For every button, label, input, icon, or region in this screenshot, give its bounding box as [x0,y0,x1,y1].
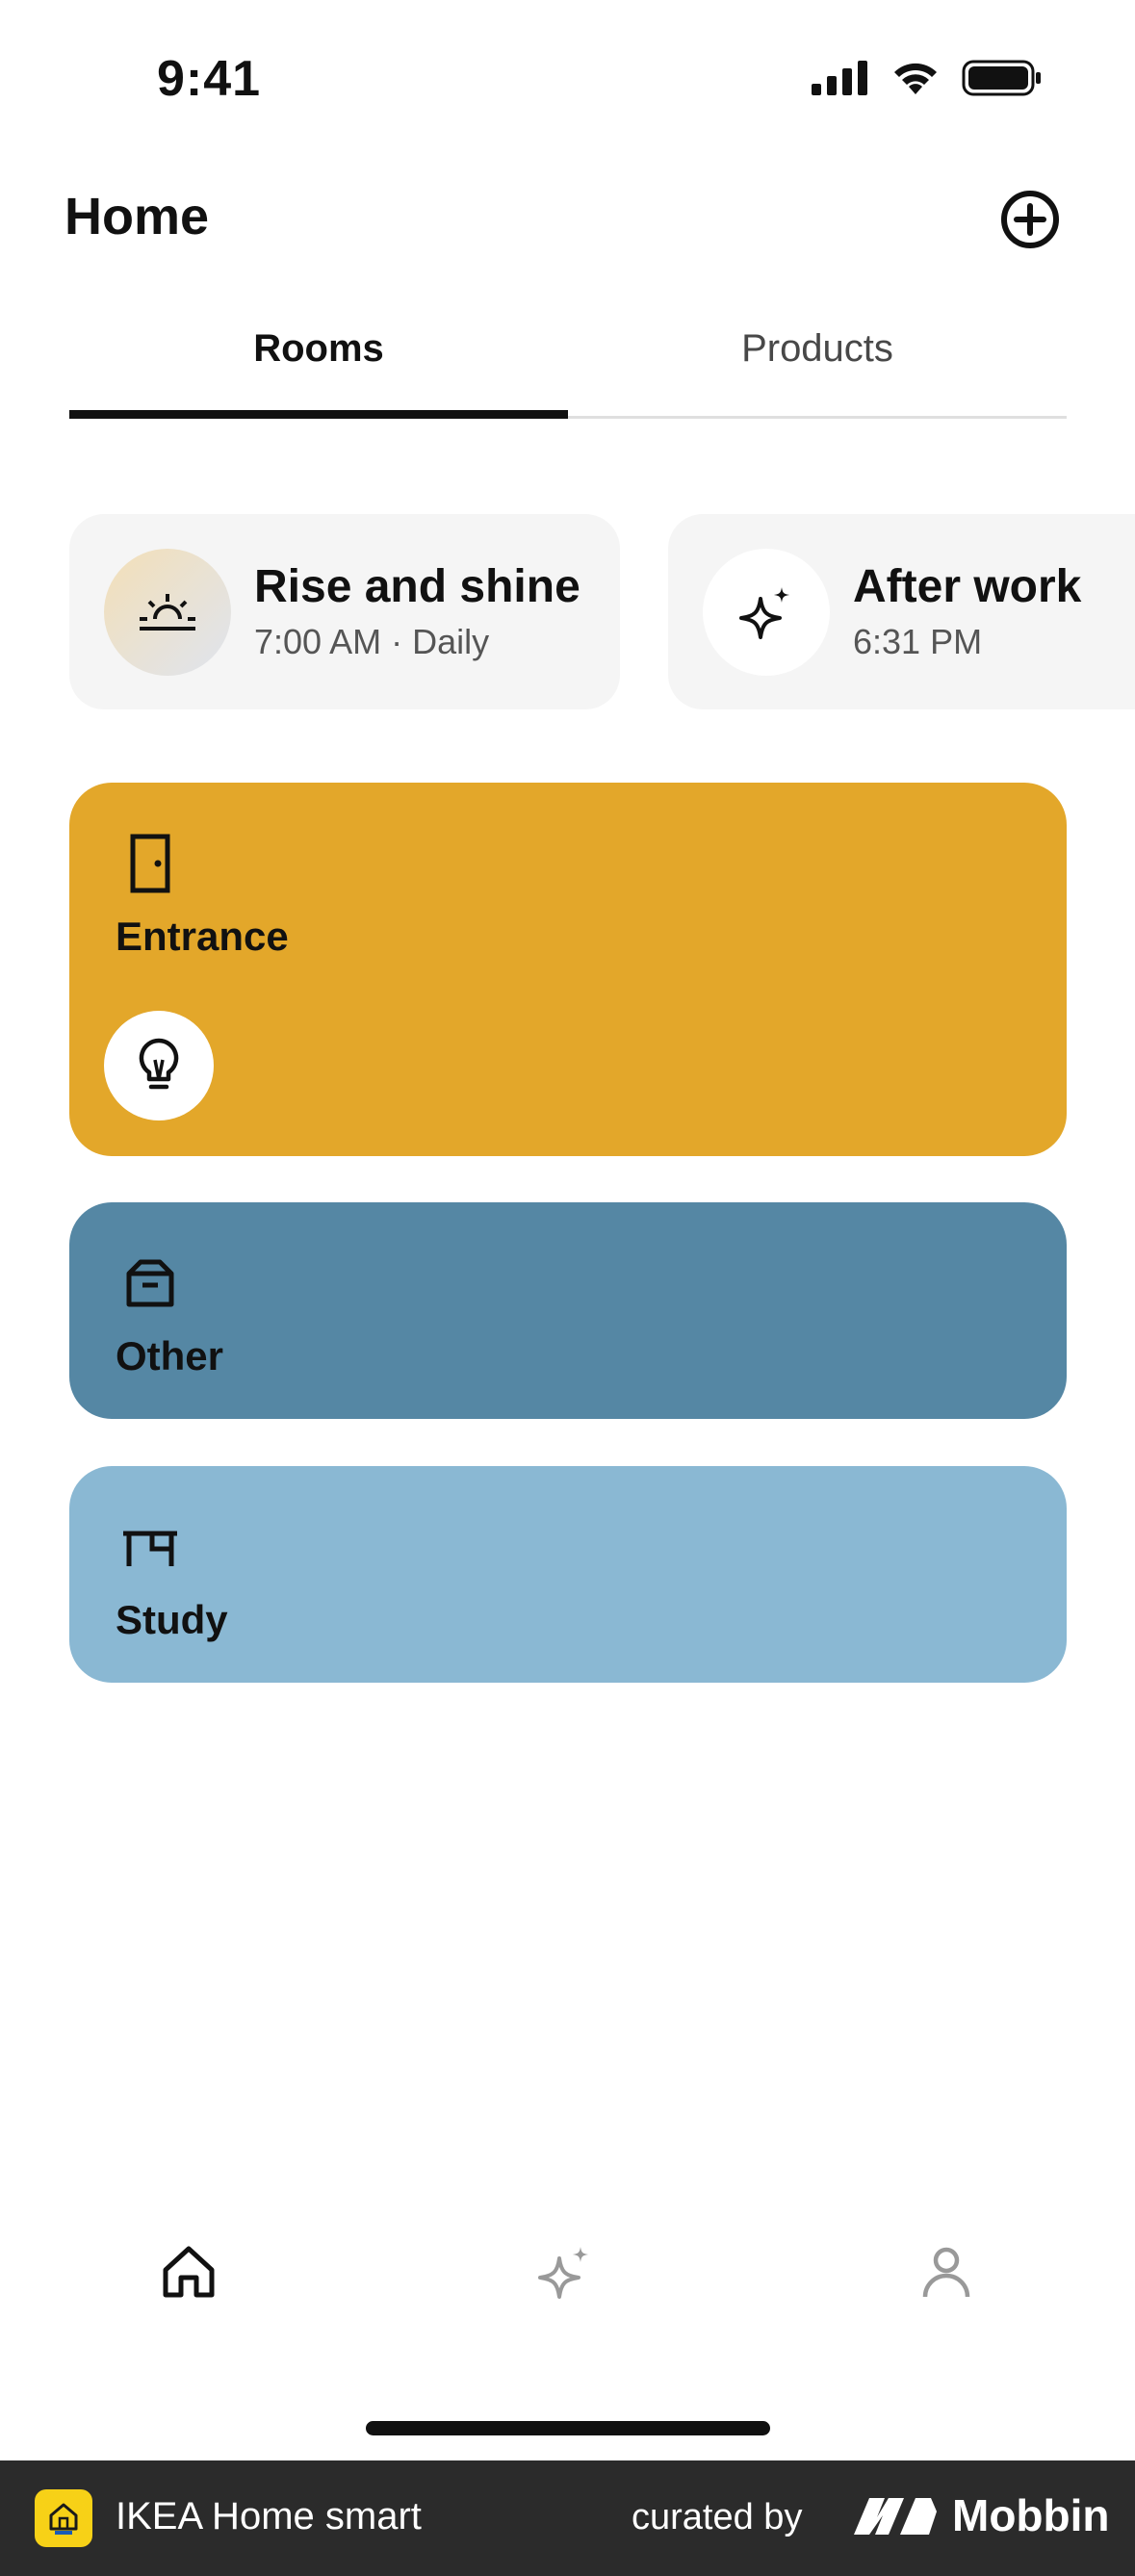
scene-icon-wrap [703,549,830,676]
battery-icon [962,60,1041,96]
sparkle-icon [739,587,789,639]
lightbulb-icon [139,1038,179,1090]
footer-app-name: IKEA Home smart [116,2495,422,2537]
sparkle-icon [538,2247,588,2299]
nav-scenes[interactable] [527,2233,604,2310]
room-name: Study [116,1597,228,1642]
tab-bar: Rooms Products [69,308,1067,420]
footer-brand-name: Mobbin [952,2490,1110,2540]
signal-icon [812,61,867,95]
wifi-icon [894,63,937,94]
sunrise-icon [140,594,195,631]
status-time: 9:41 [157,51,262,107]
nav-home[interactable] [150,2233,227,2310]
status-icons [812,60,1043,96]
profile-icon [922,2247,970,2298]
scene-card-rise-and-shine[interactable]: Rise and shine 7:00 AM · Daily [69,514,620,709]
tab-products[interactable]: Products [568,327,1067,371]
ikea-app-logo [35,2489,92,2547]
bottom-nav [0,2233,1135,2330]
status-bar: 9:41 [0,0,1135,164]
box-icon [126,1259,174,1307]
nav-profile[interactable] [908,2233,985,2310]
room-name: Other [116,1333,224,1378]
add-button[interactable] [999,189,1061,250]
room-name: Entrance [116,914,289,959]
desk-icon [123,1531,177,1566]
device-toggle-lightbulb[interactable] [104,1011,214,1121]
room-card-entrance[interactable]: Entrance [69,783,1067,1156]
tab-active-indicator [69,410,568,419]
scene-name: After work [853,561,1082,612]
scene-schedule: 6:31 PM [853,622,983,661]
home-indicator [366,2421,770,2435]
scene-card-after-work[interactable]: After work 6:31 PM [668,514,1135,709]
scene-icon-wrap [104,549,231,676]
footer-banner: IKEA Home smart curated by Mobbin [0,2460,1135,2576]
scene-schedule: 7:00 AM · Daily [254,622,490,661]
page-title: Home [64,188,210,245]
scene-name: Rise and shine [254,561,580,612]
home-icon [163,2246,215,2298]
room-card-study[interactable]: Study [69,1466,1067,1683]
mobbin-logo-icon [854,2498,937,2535]
plus-circle-icon [1001,191,1059,248]
mobbin-brand: Mobbin [852,2489,1110,2541]
door-icon [130,834,170,893]
house-logo-icon [49,2503,78,2535]
tab-rooms[interactable]: Rooms [69,327,568,371]
footer-curated-by: curated by [632,2497,803,2537]
room-card-other[interactable]: Other [69,1202,1067,1419]
